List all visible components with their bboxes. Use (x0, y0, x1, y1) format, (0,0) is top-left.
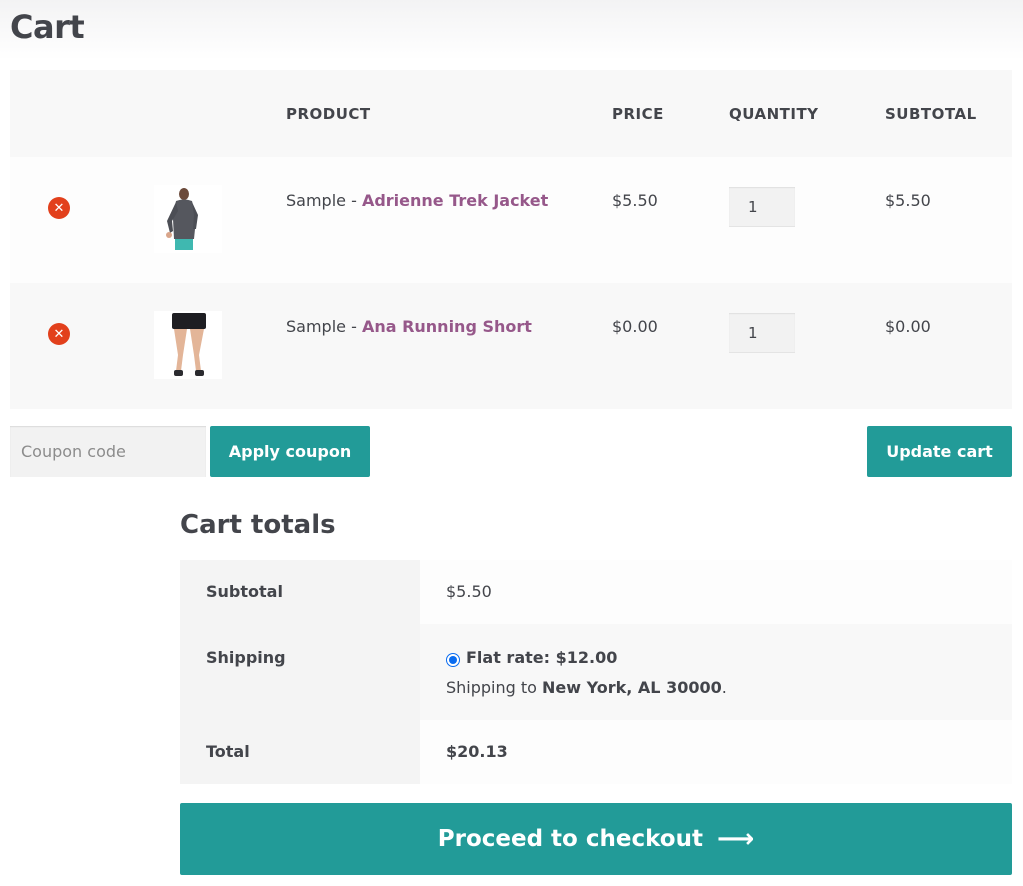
shipping-option-label[interactable]: Flat rate: $12.00 (466, 648, 617, 667)
totals-value-cell: $5.50 (420, 560, 1012, 624)
totals-value-cell: Flat rate: $12.00 Shipping to New York, … (420, 624, 1012, 720)
product-thumbnail-shorts[interactable] (154, 311, 222, 379)
totals-label-cell: Shipping (180, 624, 420, 720)
totals-total-row: Total $20.13 (180, 720, 1012, 784)
cart-totals-title: Cart totals (180, 510, 336, 540)
shipping-to-place: New York, AL 30000 (542, 678, 722, 697)
arrow-right-icon: ⟶ (716, 824, 755, 854)
totals-label-cell: Total (180, 720, 420, 784)
item-subtotal: $5.50 (885, 191, 931, 210)
subtotal-label: Subtotal (206, 582, 283, 601)
subtotal-value: $5.50 (446, 582, 492, 601)
proceed-to-checkout-button[interactable]: Proceed to checkout ⟶ (180, 803, 1012, 875)
item-subtotal: $0.00 (885, 317, 931, 336)
remove-item-icon[interactable]: ✕ (48, 197, 70, 219)
totals-value-cell: $20.13 (420, 720, 1012, 784)
product-prefix: Sample - (286, 191, 362, 210)
checkout-label: Proceed to checkout (437, 826, 703, 852)
shipping-destination: Shipping to New York, AL 30000. (446, 678, 727, 697)
header-price: PRICE (612, 105, 664, 123)
update-cart-button[interactable]: Update cart (867, 426, 1012, 477)
totals-shipping-row: Shipping Flat rate: $12.00 Shipping to N… (180, 624, 1012, 720)
header-background (0, 0, 1023, 60)
product-thumbnail-jacket[interactable] (154, 185, 222, 253)
shipping-to-prefix: Shipping to (446, 678, 543, 697)
total-label: Total (206, 742, 250, 761)
product-link-ana-running-short[interactable]: Ana Running Short (362, 317, 532, 336)
shipping-label: Shipping (206, 648, 286, 667)
cart-item-row: ✕ Sample - Ana Running Short $0.00 $0.00 (10, 283, 1012, 409)
header-quantity: QUANTITY (729, 105, 819, 123)
header-product: PRODUCT (286, 105, 371, 123)
cart-totals-table: Subtotal $5.50 Shipping Flat rate: $12.0… (180, 560, 1012, 784)
header-subtotal: SUBTOTAL (885, 105, 977, 123)
coupon-code-input[interactable] (10, 426, 206, 477)
cart-table-header: PRODUCT PRICE QUANTITY SUBTOTAL (10, 70, 1012, 157)
page-title: Cart (10, 8, 85, 46)
item-price: $5.50 (612, 191, 658, 210)
item-price: $0.00 (612, 317, 658, 336)
product-link-adrienne-trek-jacket[interactable]: Adrienne Trek Jacket (362, 191, 548, 210)
total-value: $20.13 (446, 742, 508, 761)
shipping-to-suffix: . (721, 678, 727, 697)
totals-subtotal-row: Subtotal $5.50 (180, 560, 1012, 624)
totals-label-cell: Subtotal (180, 560, 420, 624)
product-name-cell: Sample - Ana Running Short (286, 317, 532, 336)
cart-table: PRODUCT PRICE QUANTITY SUBTOTAL ✕ Sample… (10, 70, 1012, 409)
remove-item-icon[interactable]: ✕ (48, 323, 70, 345)
apply-coupon-button[interactable]: Apply coupon (210, 426, 370, 477)
quantity-input[interactable] (729, 313, 795, 353)
product-prefix: Sample - (286, 317, 362, 336)
cart-item-row: ✕ Sample - Adrienne Trek Jacket $5.50 $5… (10, 157, 1012, 283)
flat-rate-radio[interactable] (446, 653, 460, 667)
product-name-cell: Sample - Adrienne Trek Jacket (286, 191, 548, 210)
quantity-input[interactable] (729, 187, 795, 227)
